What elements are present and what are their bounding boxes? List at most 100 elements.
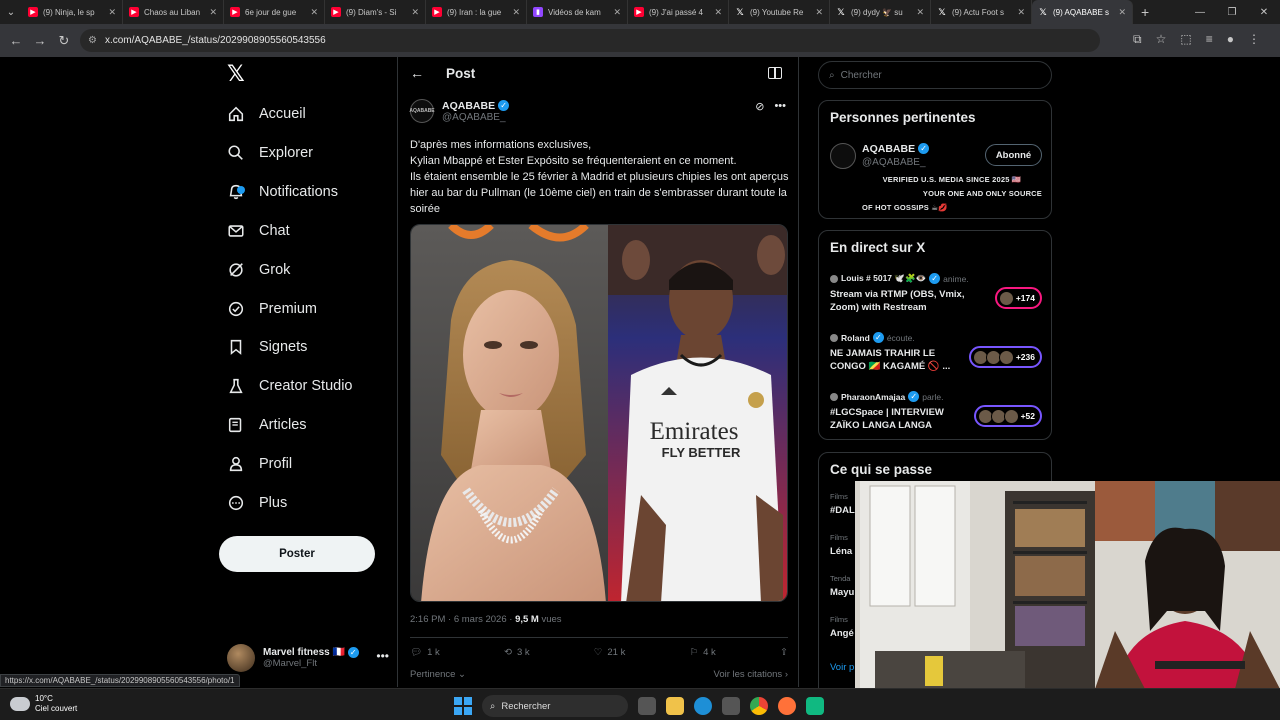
close-tab-icon[interactable]: ✕ xyxy=(108,7,116,18)
edge-icon[interactable] xyxy=(694,697,712,715)
close-tab-icon[interactable]: ✕ xyxy=(1017,7,1025,18)
live-item[interactable]: Roland ✓ écoute. NE JAMAIS TRAHIR LE CONGO … xyxy=(830,332,1042,373)
firefox-icon[interactable] xyxy=(778,697,796,715)
taskbar-search[interactable]: ⌕ Rechercher xyxy=(482,695,628,717)
weather-widget[interactable]: 10°C Ciel couvert xyxy=(10,692,77,714)
more-options-icon[interactable]: ••• xyxy=(774,100,786,113)
close-tab-icon[interactable]: ✕ xyxy=(613,7,621,18)
bookmark-button[interactable]: ⚐ 4 k xyxy=(690,647,716,658)
author-avatar[interactable]: AQABABE xyxy=(409,99,435,123)
live-item[interactable]: PharaonAmajaa ✓ parle. #LGCSpace | INTERVIE… xyxy=(830,391,1042,432)
close-tab-icon[interactable]: ✕ xyxy=(1118,7,1126,18)
nav-item-premium[interactable]: Premium xyxy=(227,293,317,325)
reader-icon[interactable] xyxy=(768,67,782,79)
search-input[interactable]: ⌕ Chercher xyxy=(818,61,1052,89)
follow-button[interactable]: Abonné xyxy=(985,144,1042,166)
more-icon[interactable]: ••• xyxy=(376,649,389,663)
trend-item[interactable]: Films Léna xyxy=(830,533,852,557)
panel-title: En direct sur X xyxy=(830,240,926,255)
account-switcher[interactable]: Marvel fitness 🇫🇷 ✓ @Marvel_Flt ••• xyxy=(227,641,397,675)
nav-item-creator-studio[interactable]: Creator Studio xyxy=(227,370,353,402)
post-text: D'après mes informations exclusives, Kyl… xyxy=(410,137,790,217)
browser-tab[interactable]: ▶ 6e jour de gue ✕ xyxy=(224,0,325,24)
browser-tab[interactable]: 𝕏 (9) Youtube Re ✕ xyxy=(729,0,830,24)
x-logo-icon[interactable]: 𝕏 xyxy=(227,63,249,85)
nav-item-explorer[interactable]: Explorer xyxy=(227,137,313,169)
view-quotes-link[interactable]: Voir les citations › xyxy=(714,669,788,680)
back-arrow-icon[interactable]: ← xyxy=(410,65,424,81)
trend-item[interactable]: Films Angé xyxy=(830,615,854,639)
site-info-icon[interactable]: ⚙ xyxy=(88,35,97,46)
listeners-pill[interactable]: +174 xyxy=(994,287,1042,309)
forward-nav-icon[interactable]: → xyxy=(28,33,52,48)
browser-tab[interactable]: ▶ (9) Iran : la gue ✕ xyxy=(426,0,527,24)
live-item[interactable]: Louis # 5017 🕊️🧩👁️ ✓ anime. Stream via RTMP… xyxy=(830,273,1042,314)
nav-item-grok[interactable]: Grok xyxy=(227,254,290,286)
nav-item-signets[interactable]: Signets xyxy=(227,331,307,363)
extensions-icon[interactable]: ⬚ xyxy=(1180,32,1191,47)
window-controls: — ❐ ✕ xyxy=(1184,0,1280,24)
back-nav-icon[interactable]: ← xyxy=(4,33,28,48)
nav-item-articles[interactable]: Articles xyxy=(227,409,307,441)
task-view-icon[interactable] xyxy=(638,697,656,715)
cast-icon[interactable]: ⧉ xyxy=(1133,32,1142,47)
browser-tab[interactable]: ▶ (9) Diam's - Si ✕ xyxy=(325,0,426,24)
star-icon[interactable]: ☆ xyxy=(1156,32,1167,47)
nav-item-accueil[interactable]: Accueil xyxy=(227,98,306,130)
tab-search-icon[interactable]: ⌄ xyxy=(0,0,22,24)
new-tab-button[interactable]: + xyxy=(1133,4,1149,20)
listeners-pill[interactable]: +236 xyxy=(968,346,1042,368)
trend-item[interactable]: Tenda Mayu xyxy=(830,574,854,598)
reply-button[interactable]: 💬︎ 1 k xyxy=(410,647,440,658)
file-explorer-icon[interactable] xyxy=(666,697,684,715)
close-tab-icon[interactable]: ✕ xyxy=(411,7,419,18)
close-tab-icon[interactable]: ✕ xyxy=(310,7,318,18)
close-tab-icon[interactable]: ✕ xyxy=(714,7,722,18)
browser-tab[interactable]: ▶ (9) J'ai passé 4 ✕ xyxy=(628,0,729,24)
browser-tab[interactable]: 𝕏 (9) AQABABE s ✕ xyxy=(1032,0,1133,24)
person-name[interactable]: AQABABE ✓ xyxy=(862,143,930,155)
browser-tab[interactable]: 𝕏 (9) dydy 🦅 su ✕ xyxy=(830,0,931,24)
bell-icon xyxy=(227,183,245,201)
author-name[interactable]: AQABABE ✓ xyxy=(442,100,510,112)
post-image[interactable]: Emirates FLY BETTER xyxy=(410,224,788,602)
close-tab-icon[interactable]: ✕ xyxy=(916,7,924,18)
grok-icon[interactable]: ⊘ xyxy=(755,100,764,113)
repost-button[interactable]: ⟲ 3 k xyxy=(504,647,530,658)
close-tab-icon[interactable]: ✕ xyxy=(209,7,217,18)
listeners-pill[interactable]: +52 xyxy=(973,405,1042,427)
store-icon[interactable] xyxy=(722,697,740,715)
close-window-icon[interactable]: ✕ xyxy=(1248,0,1280,24)
windows-start-icon[interactable] xyxy=(454,697,472,715)
browser-tab[interactable]: 𝕏 (9) Actu Foot s ✕ xyxy=(931,0,1032,24)
url-input[interactable]: ⚙ x.com/AQABABE_/status/2029908905560543… xyxy=(80,29,1100,52)
show-more-link[interactable]: Voir p xyxy=(830,662,854,673)
tab-title: (9) Diam's - Si xyxy=(346,7,397,17)
nav-item-notifications[interactable]: Notifications xyxy=(227,176,338,208)
post-button[interactable]: Poster xyxy=(219,536,375,572)
menu-icon[interactable]: ⋮ xyxy=(1248,32,1260,47)
close-tab-icon[interactable]: ✕ xyxy=(815,7,823,18)
app-icon[interactable] xyxy=(806,697,824,715)
like-button[interactable]: ♡ 21 k xyxy=(594,647,626,658)
more-icon xyxy=(227,494,245,512)
media-icon[interactable]: ≡ xyxy=(1206,32,1213,47)
nav-item-chat[interactable]: Chat xyxy=(227,215,290,247)
link-preview-status: https://x.com/AQABABE_/status/2029908905… xyxy=(0,674,240,687)
trend-item[interactable]: Films #DAL xyxy=(830,492,855,516)
close-tab-icon[interactable]: ✕ xyxy=(512,7,520,18)
chrome-icon[interactable] xyxy=(750,697,768,715)
profile-icon[interactable]: ● xyxy=(1227,32,1234,47)
browser-tab[interactable]: ▮ Vidéos de kam ✕ xyxy=(527,0,628,24)
nav-item-profil[interactable]: Profil xyxy=(227,448,292,480)
sort-dropdown[interactable]: Pertinence ⌄ xyxy=(410,669,466,680)
reload-icon[interactable]: ↻ xyxy=(52,33,76,49)
share-button[interactable]: ⇪ xyxy=(780,647,788,658)
nav-item-plus[interactable]: Plus xyxy=(227,487,287,519)
minimize-icon[interactable]: — xyxy=(1184,0,1216,24)
browser-tab[interactable]: ▶ Chaos au Liban ✕ xyxy=(123,0,224,24)
maximize-icon[interactable]: ❐ xyxy=(1216,0,1248,24)
avatar[interactable] xyxy=(830,143,856,169)
post-author[interactable]: AQABABE AQABABE ✓ @AQABABE_ xyxy=(409,99,510,123)
browser-tab[interactable]: ▶ (9) Ninja, le sp ✕ xyxy=(22,0,123,24)
